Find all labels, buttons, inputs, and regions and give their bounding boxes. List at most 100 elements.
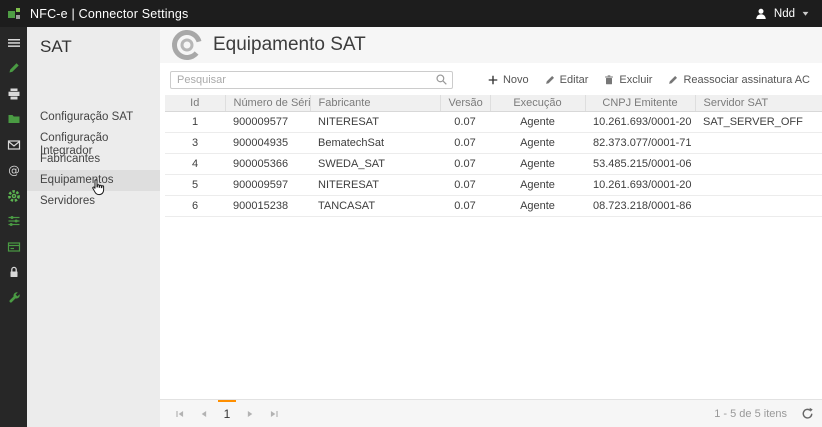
column-header-servidor-sat[interactable]: Servidor SAT [695,95,822,112]
table-row[interactable]: 1900009577NITERESAT0.07Agente10.261.693/… [165,112,822,133]
button-label: Novo [503,74,529,86]
last-page-button[interactable] [262,400,286,427]
app-logo-icon [8,7,21,20]
lock-icon[interactable] [0,260,27,286]
table-cell: 0.07 [440,133,490,154]
table-cell: Agente [490,112,585,133]
search-input[interactable] [170,71,453,89]
page-emblem-icon [170,28,204,62]
card-icon[interactable] [0,234,27,260]
table-row[interactable]: 6900015238TANCASAT0.07Agente08.723.218/0… [165,196,822,217]
table-cell: 4 [165,154,225,175]
pencil-icon [667,74,679,86]
folder-icon[interactable] [0,107,27,133]
pen-icon[interactable] [0,56,27,82]
novo-button[interactable]: Novo [487,74,529,86]
pager-info: 1 - 5 de 5 itens [714,408,787,420]
table-cell: SAT_SERVER_OFF [695,112,822,133]
svg-text:@: @ [8,163,20,177]
table-cell: BematechSat [310,133,440,154]
sidebar-item-configuracao-sat[interactable]: Configuração SAT [27,107,160,128]
at-icon[interactable]: @ [0,158,27,184]
sidebar-title: SAT [27,27,160,57]
grid-body: 1900009577NITERESAT0.07Agente10.261.693/… [165,112,822,217]
table-cell [695,133,822,154]
column-header-numero-de-serie[interactable]: Número de Série [225,95,310,112]
editar-button[interactable]: Editar [544,74,589,86]
window-title: NFC-e | Connector Settings [30,7,189,21]
first-page-button[interactable] [168,400,192,427]
sidebar-item-configuracao-integrador[interactable]: Configuração Integrador [27,128,160,149]
gear-icon[interactable] [0,183,27,209]
chevron-down-icon[interactable] [801,9,810,18]
column-header-id[interactable]: Id [165,95,225,112]
table-cell: 900004935 [225,133,310,154]
table-cell: NITERESAT [310,175,440,196]
page-header: Equipamento SAT [160,27,822,63]
equipment-table: IdNúmero de SérieFabricanteVersãoExecuçã… [165,95,822,217]
table-cell: Agente [490,154,585,175]
table-cell: 0.07 [440,175,490,196]
pagination-bar: 1 1 - 5 de 5 itens [160,399,822,427]
table-cell: 900009577 [225,112,310,133]
app-window: NFC-e | Connector Settings Ndd @ SAT Con… [0,0,822,427]
table-cell: 3 [165,133,225,154]
mail-icon[interactable] [0,132,27,158]
user-menu[interactable]: Ndd [754,7,822,21]
table-cell: 10.261.693/0001-20 [585,175,695,196]
column-header-versao[interactable]: Versão [440,95,490,112]
table-cell: 900005366 [225,154,310,175]
table-cell: 10.261.693/0001-20 [585,112,695,133]
sidebar-item-servidores[interactable]: Servidores [27,191,160,212]
table-cell: Agente [490,196,585,217]
excluir-button[interactable]: Excluir [603,74,652,86]
sliders-icon[interactable] [0,209,27,235]
plus-icon [487,74,499,86]
table-cell: 82.373.077/0001-71 [585,133,695,154]
reassociar-assinatura-ac-button[interactable]: Reassociar assinatura AC [667,74,810,86]
page-title: Equipamento SAT [213,34,366,56]
sidebar-item-fabricantes[interactable]: Fabricantes [27,149,160,170]
table-cell: 53.485.215/0001-06 [585,154,695,175]
edit-icon [544,74,556,86]
wrench-icon[interactable] [0,285,27,311]
user-name[interactable]: Ndd [774,8,795,20]
sidebar-item-equipamentos[interactable]: Equipamentos [27,170,160,191]
next-page-button[interactable] [238,400,262,427]
table-row[interactable]: 5900009597NITERESAT0.07Agente10.261.693/… [165,175,822,196]
toolbar-buttons: Novo Editar Excluir Reassociar assinatura A… [487,74,814,86]
button-label: Editar [560,74,589,86]
table-row[interactable]: 3900004935BematechSat0.07Agente82.373.07… [165,133,822,154]
printer-icon[interactable] [0,81,27,107]
search-icon[interactable] [435,73,448,86]
sidebar: SAT Configuração SATConfiguração Integra… [27,27,160,427]
table-cell: 0.07 [440,196,490,217]
column-header-cnpj-emitente[interactable]: CNPJ Emitente [585,95,695,112]
top-bar: NFC-e | Connector Settings Ndd [0,0,822,27]
table-row[interactable]: 4900005366SWEDA_SAT0.07Agente53.485.215/… [165,154,822,175]
prev-page-button[interactable] [192,400,216,427]
table-cell: 0.07 [440,112,490,133]
current-page[interactable]: 1 [216,400,238,427]
refresh-button[interactable] [801,407,814,420]
table-cell [695,154,822,175]
column-header-execucao[interactable]: Execução [490,95,585,112]
main-content: Equipamento SAT Novo Editar Excluir Reassoc… [160,27,822,427]
toolbar: Novo Editar Excluir Reassociar assinatura A… [160,63,822,95]
grid-head: IdNúmero de SérieFabricanteVersãoExecuçã… [165,95,822,112]
button-label: Reassociar assinatura AC [683,74,810,86]
column-header-fabricante[interactable]: Fabricante [310,95,440,112]
table-cell [695,196,822,217]
table-cell: 5 [165,175,225,196]
menu-icon[interactable] [0,30,27,56]
header-row: IdNúmero de SérieFabricanteVersãoExecuçã… [165,95,822,112]
user-icon [754,7,768,21]
button-label: Excluir [619,74,652,86]
table-cell: 900009597 [225,175,310,196]
icon-rail: @ [0,27,27,427]
table-cell: SWEDA_SAT [310,154,440,175]
table-cell: TANCASAT [310,196,440,217]
table-cell: 08.723.218/0001-86 [585,196,695,217]
table-cell: 1 [165,112,225,133]
table-cell: Agente [490,175,585,196]
